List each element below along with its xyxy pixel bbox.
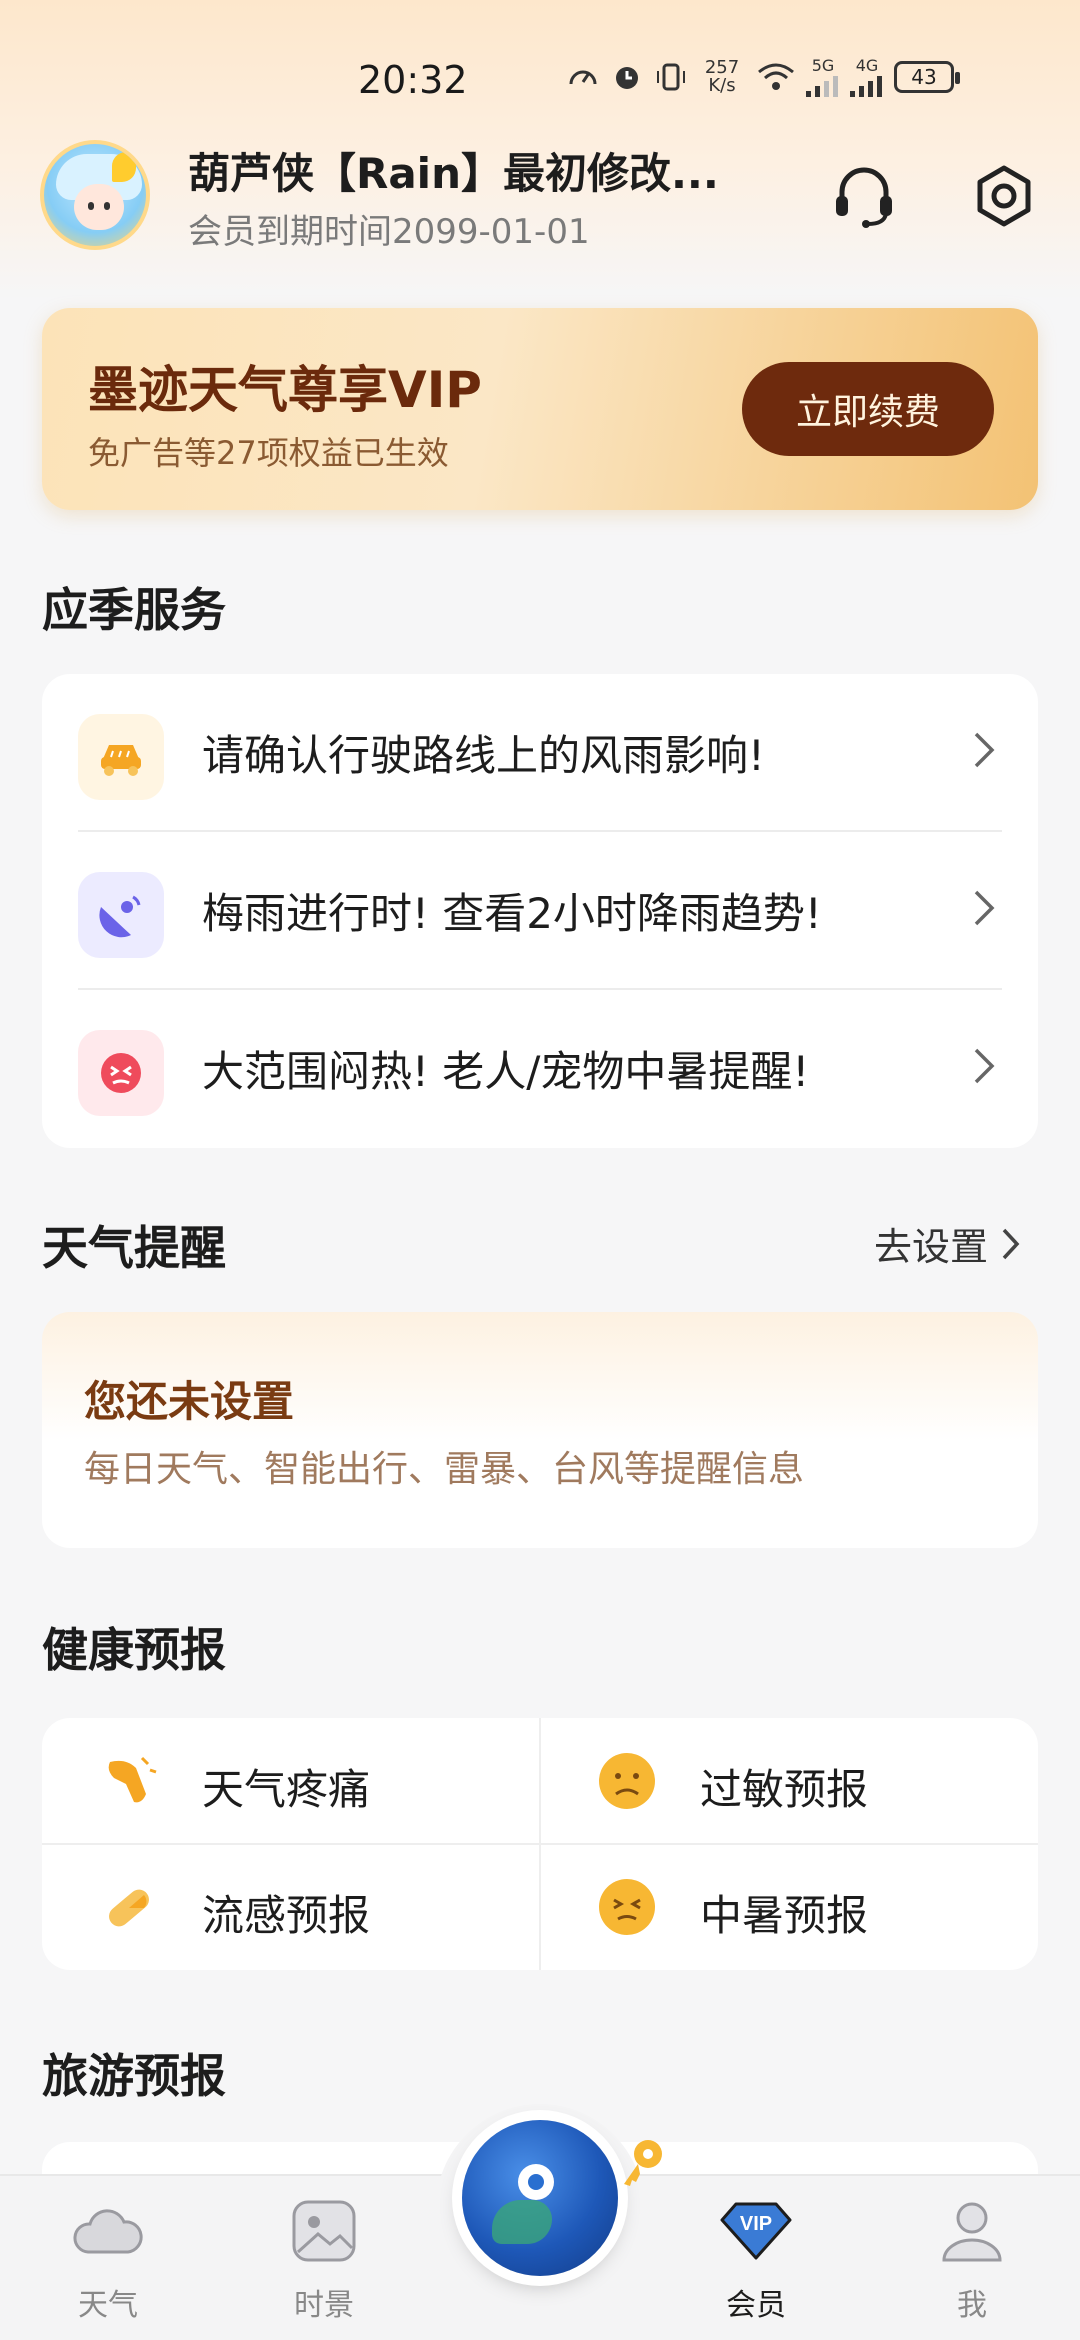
service-item-heat-alert[interactable]: 大范围闷热! 老人/宠物中暑提醒!: [42, 990, 1038, 1148]
health-label: 中暑预报: [700, 1891, 869, 1940]
vibrate-icon: [654, 60, 688, 94]
service-label: 梅雨进行时! 查看2小时降雨趋势!: [202, 889, 822, 938]
center-globe-button[interactable]: [462, 2120, 618, 2276]
go-to-settings-link[interactable]: 去设置: [874, 1216, 1022, 1271]
network-speed: 257 K/s: [704, 56, 740, 96]
seasonal-services-card: 请确认行驶路线上的风雨影响! 梅雨进行时! 查看2小时降雨趋势! 大范围闷热! …: [42, 674, 1038, 1148]
gear-icon: [977, 165, 1031, 227]
health-item-flu[interactable]: 流感预报: [42, 1844, 540, 1970]
membership-expiry: 会员到期时间2099-01-01: [188, 212, 590, 252]
allergy-face-icon: [599, 1753, 655, 1809]
svg-text:VIP: VIP: [740, 2213, 772, 2235]
chevron-right-icon: [974, 1048, 995, 1084]
signal-5g-icon: 5G: [806, 56, 840, 97]
status-icons: 257 K/s 5G 4G 43: [566, 56, 960, 97]
heatstroke-face-icon: [78, 1030, 164, 1116]
renew-button[interactable]: 立即续费: [742, 362, 994, 456]
car-rain-icon: [78, 714, 164, 800]
profile-name[interactable]: 葫芦侠【Rain】最初修改...: [188, 140, 719, 201]
vip-title: 墨迹天气尊享VIP: [88, 361, 482, 419]
chevron-right-icon: [974, 890, 995, 926]
health-label: 天气疼痛: [202, 1765, 371, 1814]
nav-tab-weather[interactable]: 天气: [48, 2196, 168, 2326]
reminder-card-title: 您还未设置: [84, 1377, 295, 1426]
photo-icon: [292, 2200, 356, 2262]
speedometer-icon: [566, 60, 600, 94]
nav-label: 会员: [726, 2288, 786, 2323]
service-label: 请确认行驶路线上的风雨影响!: [202, 731, 765, 780]
wifi-icon: [756, 60, 796, 94]
joint-pain-icon: [108, 1756, 157, 1803]
reminder-card-subtitle: 每日天气、智能出行、雷暴、台风等提醒信息: [84, 1449, 805, 1490]
nav-label: 时景: [294, 2288, 354, 2323]
vip-diamond-icon: VIP: [720, 2202, 792, 2260]
nav-label: 我: [957, 2288, 987, 2323]
alarm-icon: [610, 60, 644, 94]
health-section-title: 健康预报: [42, 1623, 226, 1677]
avatar[interactable]: [40, 140, 150, 250]
service-item-rain-trend[interactable]: 梅雨进行时! 查看2小时降雨趋势!: [42, 832, 1038, 990]
vip-subtitle: 免广告等27项权益已生效: [88, 434, 449, 472]
status-time: 20:32: [358, 58, 468, 102]
vip-banner[interactable]: 墨迹天气尊享VIP 免广告等27项权益已生效 立即续费: [42, 308, 1038, 510]
cloud-icon: [73, 2209, 143, 2254]
pill-icon: [109, 1889, 149, 1927]
profile-header: 葫芦侠【Rain】最初修改... 会员到期时间2099-01-01: [40, 140, 1040, 260]
nav-label: 天气: [78, 2288, 138, 2323]
health-label: 过敏预报: [700, 1765, 869, 1814]
signal-4g-icon: 4G: [850, 56, 884, 97]
customer-service-button[interactable]: [828, 160, 900, 232]
health-item-weather-pain[interactable]: 天气疼痛: [42, 1718, 540, 1844]
nav-tab-me[interactable]: 我: [912, 2196, 1032, 2326]
nav-tab-vip[interactable]: VIP 会员: [696, 2196, 816, 2326]
profile-icon: [942, 2202, 1002, 2262]
location-dot-icon: [518, 2164, 554, 2200]
heatstroke-face-icon: [599, 1879, 655, 1935]
health-label: 流感预报: [202, 1891, 371, 1940]
health-item-heatstroke[interactable]: 中暑预报: [540, 1844, 1038, 1970]
battery-indicator: 43: [894, 60, 960, 93]
nav-tab-scenery[interactable]: 时景: [264, 2196, 384, 2326]
settings-button[interactable]: [968, 160, 1040, 232]
weather-reminder-title: 天气提醒: [42, 1221, 226, 1275]
health-item-allergy[interactable]: 过敏预报: [540, 1718, 1038, 1844]
status-bar: 20:32 257 K/s 5G 4G 43: [0, 50, 1080, 110]
chevron-right-icon: [1002, 1228, 1020, 1259]
travel-section-title: 旅游预报: [42, 2049, 226, 2103]
key-icon: [624, 2140, 662, 2186]
service-label: 大范围闷热! 老人/宠物中暑提醒!: [202, 1047, 810, 1096]
headset-icon: [836, 167, 892, 228]
seasonal-section-title: 应季服务: [42, 583, 226, 637]
radar-icon: [78, 872, 164, 958]
reminder-card[interactable]: 您还未设置 每日天气、智能出行、雷暴、台风等提醒信息: [42, 1312, 1038, 1548]
health-forecast-card: 天气疼痛 过敏预报 流感预报 中暑预报: [42, 1718, 1038, 1970]
chevron-right-icon: [974, 732, 995, 768]
service-item-driving[interactable]: 请确认行驶路线上的风雨影响!: [42, 674, 1038, 832]
